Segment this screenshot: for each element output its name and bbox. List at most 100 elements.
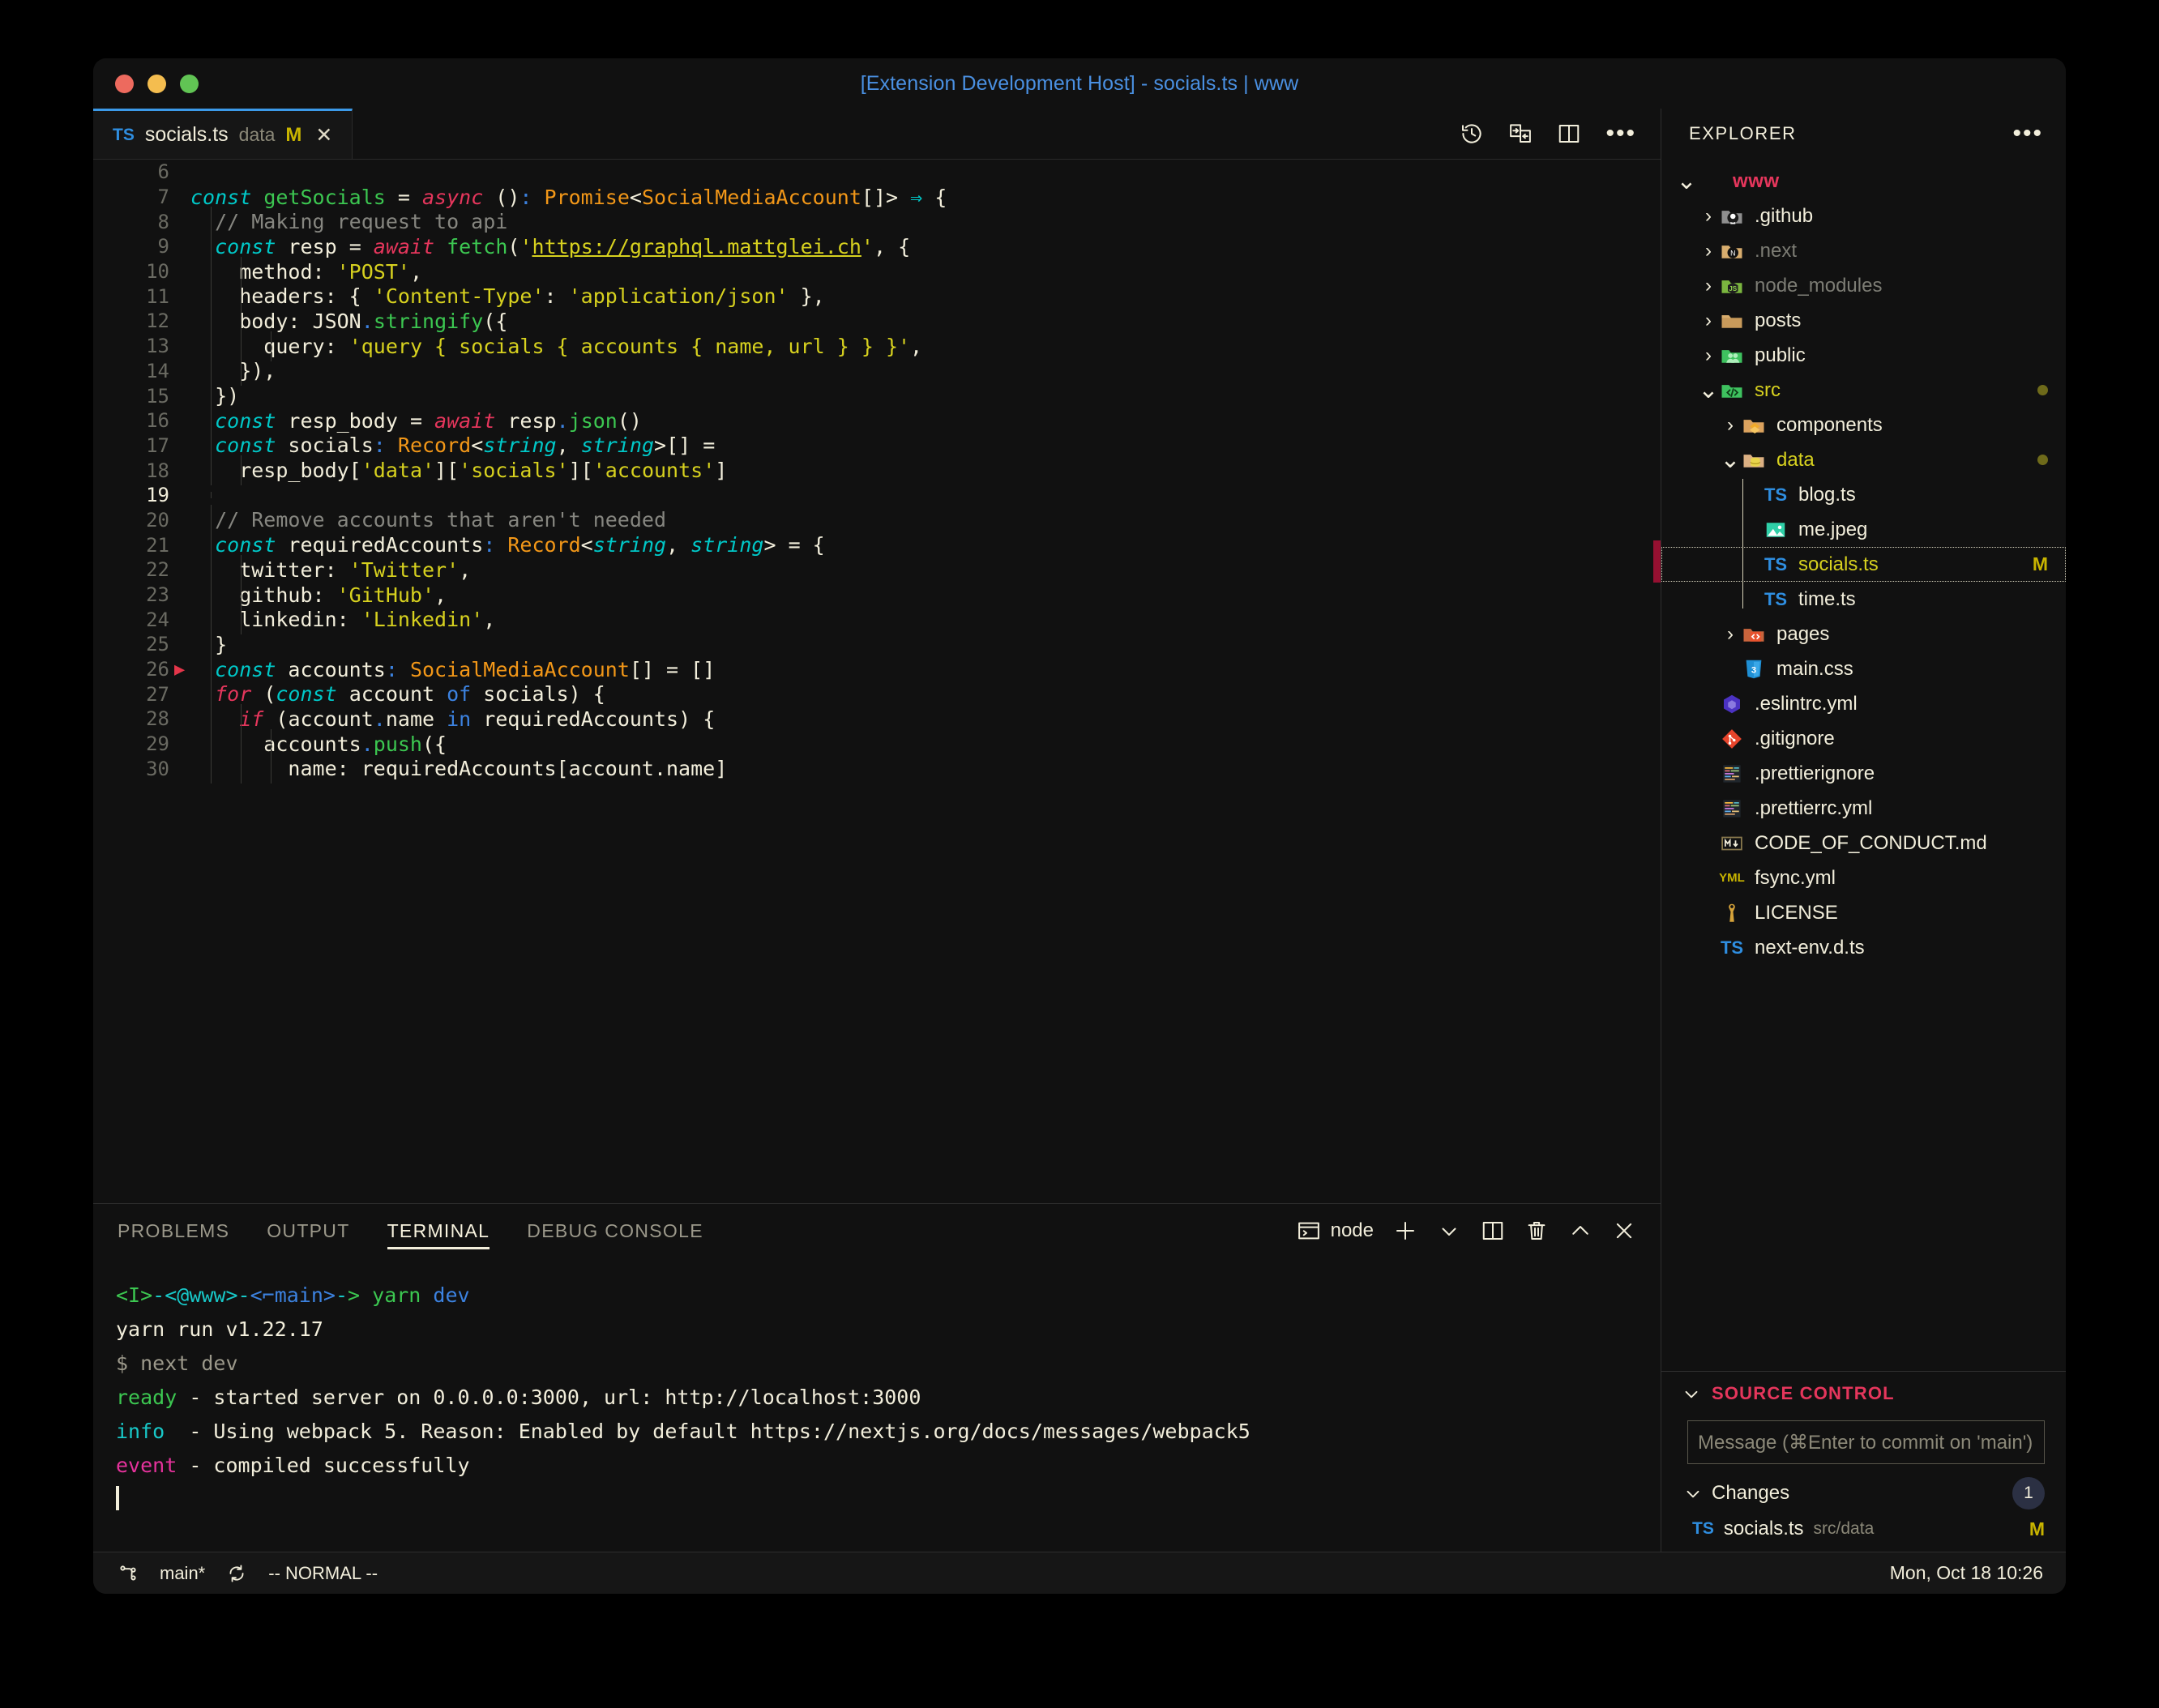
tree-item-label: .gitignore [1755, 727, 1835, 749]
code-token: push [373, 732, 422, 756]
tree-item--prettierignore[interactable]: ›.prettierignore [1661, 756, 2066, 791]
components-icon [1741, 413, 1767, 438]
code-token: : [385, 657, 398, 681]
code-token: https://graphql.mattglei.ch [532, 234, 861, 258]
file-tree[interactable]: ⌄ www › .github › N .next › JS node_modules › posts… [1661, 159, 2066, 1371]
tree-item--prettierrc-yml[interactable]: ›.prettierrc.yml [1661, 791, 2066, 826]
code-token: }) [190, 384, 240, 408]
changes-group-header[interactable]: Changes 1 [1661, 1464, 2066, 1509]
status-vim-mode: -- NORMAL -- [268, 1562, 378, 1583]
tree-item--github[interactable]: › .github [1661, 199, 2066, 233]
chevron-right-icon[interactable]: › [1698, 206, 1719, 226]
terminal-text: - started server on 0.0.0.0:3000, url: h… [177, 1386, 921, 1409]
code-token: : [373, 433, 386, 458]
code-token: string [483, 433, 557, 458]
tree-item-node-modules[interactable]: › JS node_modules [1661, 268, 2066, 303]
source-control-header[interactable]: SOURCE CONTROL [1661, 1372, 2066, 1416]
chevron-down-icon [1687, 1490, 1699, 1498]
tree-item-me-jpeg[interactable]: ›me.jpeg [1661, 512, 2066, 547]
code-token: // Making request to api [190, 210, 508, 234]
chevron-right-icon[interactable]: › [1698, 345, 1719, 365]
chevron-right-icon[interactable]: › [1698, 241, 1719, 261]
prettier-icon [1719, 796, 1745, 821]
tab-output[interactable]: OUTPUT [267, 1204, 349, 1258]
chevron-right-icon[interactable]: › [1698, 310, 1719, 331]
tree-item-fsync-yml[interactable]: ›YMLfsync.yml [1661, 860, 2066, 895]
code-token: ' [519, 234, 532, 258]
tree-item--eslintrc-yml[interactable]: ›.eslintrc.yml [1661, 686, 2066, 721]
tree-item--next[interactable]: › N .next [1661, 233, 2066, 268]
compare-changes-icon[interactable] [1508, 122, 1533, 146]
changed-file-row[interactable]: TS socials.ts src/data M [1661, 1509, 2066, 1540]
tree-item-time-ts[interactable]: ›TStime.ts [1661, 582, 2066, 617]
tree-item-license[interactable]: ›LICENSE [1661, 895, 2066, 930]
tree-item-www[interactable]: ⌄ www [1661, 164, 2066, 199]
chevron-right-icon[interactable]: › [1698, 275, 1719, 296]
split-editor-icon[interactable] [1557, 122, 1581, 146]
tree-item--gitignore[interactable]: ›.gitignore [1661, 721, 2066, 756]
chevron-right-icon[interactable]: › [1720, 415, 1741, 435]
editor-tab-socials-ts[interactable]: TS socials.ts data M ✕ [93, 109, 353, 159]
code-token: ] [715, 459, 728, 483]
code-token: async [421, 185, 484, 209]
tab-terminal[interactable]: TERMINAL [387, 1204, 490, 1258]
terminal-output[interactable]: <I>-<@www>-<⌐main>-> yarn dev yarn run v1… [93, 1258, 1661, 1552]
tree-item-pages[interactable]: › pages [1661, 617, 2066, 651]
sync-icon[interactable] [226, 1563, 247, 1584]
code-line: 11 headers: { 'Content-Type': 'applicati… [93, 281, 1661, 312]
chevron-down-icon[interactable] [1437, 1219, 1461, 1243]
code-token: await [373, 234, 435, 258]
code-text: // Making request to api [190, 207, 508, 237]
status-branch[interactable]: main* [160, 1563, 205, 1584]
vscode-window: [Extension Development Host] - socials.t… [93, 58, 2066, 1594]
tree-item-posts[interactable]: › posts [1661, 303, 2066, 338]
tree-item-label: blog.ts [1798, 483, 1856, 506]
code-token: in [447, 707, 472, 731]
tree-item-public[interactable]: › public [1661, 338, 2066, 373]
code-text: linkedin: 'Linkedin', [190, 604, 495, 635]
code-token: const [215, 533, 289, 557]
tab-problems[interactable]: PROBLEMS [118, 1204, 229, 1258]
breakpoint-marker-icon[interactable]: ▶ [174, 660, 185, 680]
chevron-down-icon[interactable]: ⌄ [1720, 447, 1741, 472]
code-token: resp_body [288, 408, 398, 433]
chevron-down-icon[interactable]: ⌄ [1698, 378, 1719, 402]
split-terminal-icon[interactable] [1481, 1219, 1505, 1243]
terminal-selector[interactable]: node [1297, 1219, 1374, 1243]
code-token: accounts [288, 657, 386, 681]
tree-item-code-of-conduct-md[interactable]: ›CODE_OF_CONDUCT.md [1661, 826, 2066, 860]
code-token: body [190, 309, 289, 333]
line-number: 17 [146, 433, 169, 457]
chevron-down-icon[interactable]: ⌄ [1676, 169, 1697, 193]
tree-item-src[interactable]: ⌄ src [1661, 373, 2066, 408]
more-actions-icon[interactable]: ••• [2012, 122, 2043, 146]
terminal-text: ready [116, 1386, 177, 1409]
tree-item-main-css[interactable]: ›3main.css [1661, 651, 2066, 686]
tree-item-data[interactable]: ⌄ data [1661, 442, 2066, 477]
commit-message-input[interactable]: Message (⌘Enter to commit on 'main') [1687, 1420, 2045, 1464]
new-terminal-icon[interactable] [1393, 1219, 1417, 1243]
close-panel-icon[interactable] [1612, 1219, 1636, 1243]
code-text: headers: { 'Content-Type': 'application/… [190, 281, 825, 312]
tree-item-components[interactable]: › components [1661, 408, 2066, 442]
code-editor[interactable]: 6 7 const getSocials = async (): Promise<S… [93, 160, 1661, 1203]
maximize-panel-icon[interactable] [1568, 1219, 1593, 1243]
history-icon[interactable] [1460, 122, 1484, 146]
chevron-right-icon[interactable]: › [1720, 624, 1741, 644]
ts-icon: TS [1720, 937, 1744, 958]
code-token: , [409, 259, 422, 284]
code-token: linkedin [190, 608, 337, 632]
tree-item-socials-ts[interactable]: ›TSsocials.tsM [1661, 547, 2066, 582]
tab-directory: data [238, 124, 276, 145]
more-actions-icon[interactable]: ••• [1605, 122, 1636, 146]
code-line: 13 query: 'query { socials { accounts { … [93, 331, 1661, 361]
code-token: > = { [763, 533, 825, 557]
tree-item-blog-ts[interactable]: ›TSblog.ts [1661, 477, 2066, 512]
kill-terminal-icon[interactable] [1524, 1219, 1549, 1243]
tab-debug-console[interactable]: DEBUG CONSOLE [527, 1204, 703, 1258]
code-token: SocialMediaAccount [397, 657, 630, 681]
tree-item-next-env-d-ts[interactable]: ›TSnext-env.d.ts [1661, 930, 2066, 965]
source-control-icon[interactable] [118, 1563, 139, 1584]
terminal-line: $ next dev [116, 1347, 1638, 1381]
close-icon[interactable]: ✕ [315, 123, 332, 147]
